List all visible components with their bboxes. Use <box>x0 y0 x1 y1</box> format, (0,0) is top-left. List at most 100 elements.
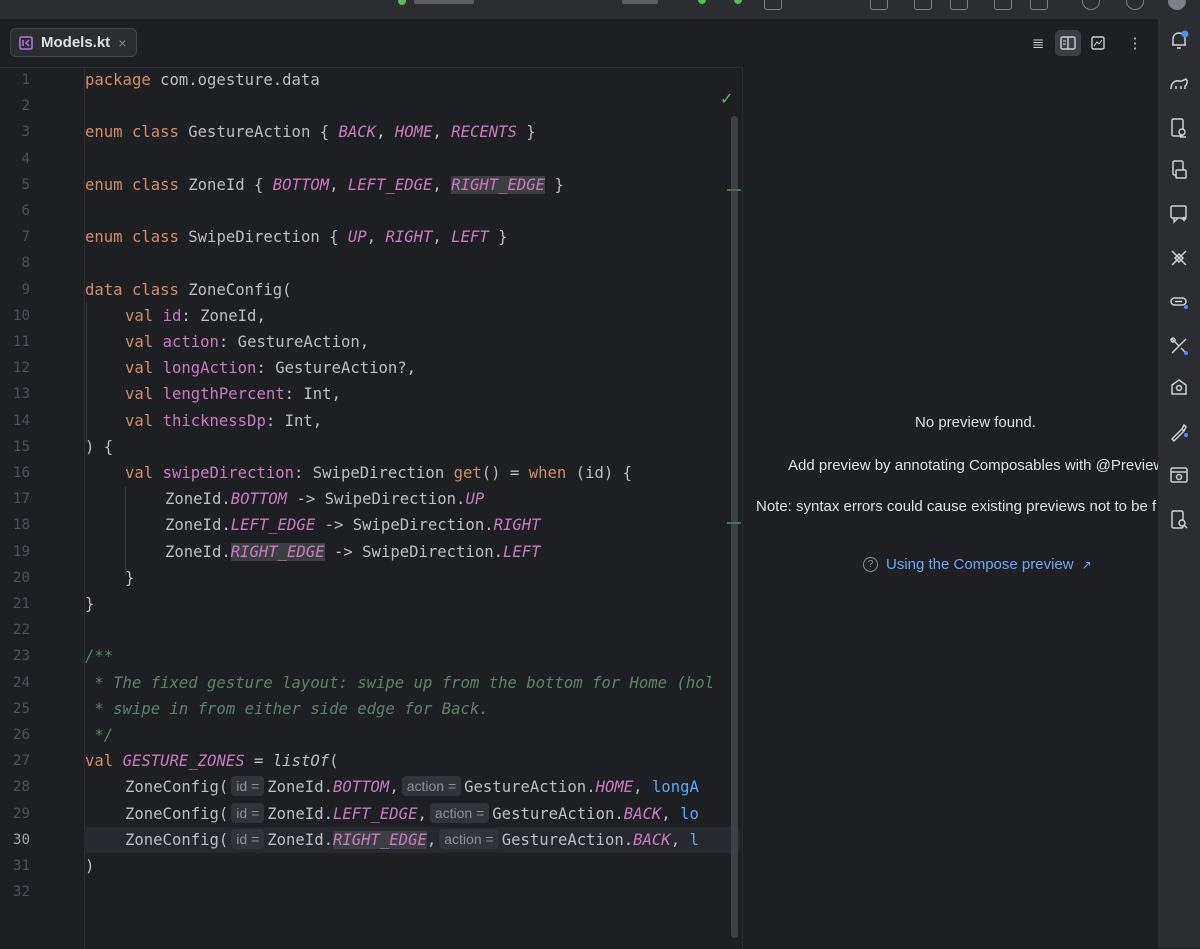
zoneid-ref: ZoneId. <box>267 778 333 797</box>
code-editor[interactable]: package com.ogesture.data enum class Ges… <box>85 67 741 949</box>
const-gesture-zones: GESTURE_ZONES <box>122 752 245 771</box>
line-number-gutter: 1 2 3 4 5 6 7 8 9 10 11 12 13 14 15 16 1… <box>0 67 85 949</box>
change-marker[interactable] <box>727 522 741 524</box>
editor-area: Models.kt × ≣ ⋮ 1 2 3 4 5 6 7 8 9 10 11 … <box>0 18 1159 949</box>
preview-icon[interactable] <box>1085 30 1111 56</box>
settings-icon[interactable] <box>1126 0 1144 10</box>
code-line: val action: GestureAction, <box>125 329 369 355</box>
compose-preview-help[interactable]: ? Using the Compose preview ↗ <box>863 556 1092 573</box>
device-icon[interactable] <box>870 0 888 10</box>
ai-assistant-icon[interactable] <box>1167 202 1191 226</box>
assign: = <box>244 752 273 771</box>
running-devices-icon[interactable] <box>1167 158 1191 182</box>
kw-val: val <box>125 411 154 430</box>
line-number: 19 <box>12 543 30 560</box>
const-bottom: BOTTOM <box>332 778 390 797</box>
device-manager-icon[interactable] <box>1167 116 1191 140</box>
add-preview-hint: Add preview by annotating Composables wi… <box>788 457 1159 474</box>
class-zone-config: ZoneConfig( <box>178 280 292 299</box>
line-number: 22 <box>12 622 30 639</box>
build-variants-icon[interactable] <box>1167 334 1191 358</box>
font-icon[interactable] <box>914 0 932 10</box>
line-number: 1 <box>21 72 30 88</box>
const-left-edge: LEFT_EDGE <box>332 804 418 823</box>
arrow: -> SwipeDirection. <box>315 516 494 535</box>
line-number: 25 <box>12 700 30 717</box>
const-left-edge: LEFT_EDGE <box>347 175 433 194</box>
code-line: val GESTURE_ZONES = listOf( <box>85 748 339 774</box>
code-line: ZoneConfig(id = ZoneId.BOTTOM, action = Ges… <box>125 774 699 800</box>
line-number: 32 <box>12 884 30 901</box>
resource-manager-icon[interactable] <box>1167 420 1191 444</box>
app-quality-icon[interactable] <box>1167 246 1191 270</box>
enum-gesture-action: GestureAction { <box>178 123 339 142</box>
inlay-hint-action: action = <box>429 802 490 823</box>
compose-preview-link[interactable]: Using the Compose preview <box>886 556 1074 573</box>
emulator-icon[interactable] <box>1167 464 1191 488</box>
named-arg-long-action: lo <box>680 804 699 823</box>
const-up: UP <box>347 228 367 247</box>
brace: } <box>488 228 508 247</box>
split-view-icon[interactable] <box>1055 30 1081 56</box>
zone-config-call: ZoneConfig( <box>125 804 229 823</box>
kw-enum-class: enum class <box>85 228 179 247</box>
sync-icon[interactable] <box>994 0 1012 10</box>
notifications-icon[interactable] <box>1167 28 1191 52</box>
change-marker[interactable] <box>727 189 741 191</box>
doc-comment: /** <box>85 647 114 666</box>
line-number: 2 <box>21 98 30 115</box>
prop-swipe-direction: swipeDirection <box>162 464 294 482</box>
line-number: 16 <box>12 465 30 481</box>
get-tail: () = <box>481 464 529 482</box>
inspection-icon[interactable] <box>1167 508 1191 532</box>
zone-config-call: ZoneConfig( <box>125 778 229 797</box>
line-number: 6 <box>21 203 30 219</box>
gesture-action-ref: GestureAction. <box>464 778 596 797</box>
kw-data-class: data class <box>85 280 179 299</box>
stop-icon[interactable] <box>764 0 782 10</box>
const-left-edge: LEFT_EDGE <box>230 516 316 535</box>
fn-list-of: listOf <box>272 752 330 771</box>
code-line: } <box>125 568 135 587</box>
close-tab-icon[interactable]: × <box>118 35 126 51</box>
gradle-icon[interactable] <box>1167 72 1191 96</box>
layout-inspector-icon[interactable] <box>1167 376 1191 400</box>
layout-icon[interactable] <box>1030 0 1048 10</box>
line-number: 7 <box>21 229 30 246</box>
line-number: 3 <box>21 124 30 141</box>
sep: , <box>432 175 452 194</box>
project-name[interactable] <box>414 0 474 4</box>
const-back: BACK <box>633 830 671 849</box>
const-right-edge-highlighted: RIGHT_EDGE <box>451 175 546 194</box>
kw-val: val <box>125 333 154 351</box>
line-number: 12 <box>12 360 30 377</box>
code-line: enum class GestureAction { BACK, HOME, R… <box>85 119 536 145</box>
code-line: package com.ogesture.data <box>85 67 320 93</box>
line-number: 18 <box>12 517 30 534</box>
reader-mode-icon[interactable]: ≣ <box>1025 30 1051 56</box>
comma: , <box>670 830 690 849</box>
inlay-hint-id: id = <box>231 776 265 797</box>
sdk-manager-icon[interactable] <box>950 0 968 10</box>
inlay-hint-action: action = <box>439 828 499 849</box>
avatar[interactable] <box>1168 0 1186 10</box>
branch-name[interactable] <box>622 0 658 4</box>
kw-val: val <box>85 752 114 771</box>
doc-comment: */ <box>85 726 114 744</box>
code-line: val longAction: GestureAction?, <box>125 355 416 381</box>
more-icon[interactable]: ⋮ <box>1122 30 1148 56</box>
zoneid-ref: ZoneId. <box>267 830 333 849</box>
vertical-scrollbar[interactable] <box>731 116 738 938</box>
line-number: 9 <box>21 281 30 298</box>
tab-models-kt[interactable]: Models.kt × <box>10 28 138 57</box>
indent-guide <box>86 303 87 443</box>
brace: } <box>516 123 536 142</box>
search-icon[interactable] <box>1082 0 1100 10</box>
debug-icon[interactable] <box>734 0 742 4</box>
zoneid-ref: ZoneId. <box>165 490 231 509</box>
device-mirroring-icon[interactable] <box>1167 290 1191 314</box>
vcs-branch-icon[interactable] <box>398 0 406 5</box>
no-problems-check-icon[interactable]: ✓ <box>720 89 733 109</box>
run-config-icon[interactable] <box>698 0 706 4</box>
line-number: 8 <box>21 255 30 272</box>
